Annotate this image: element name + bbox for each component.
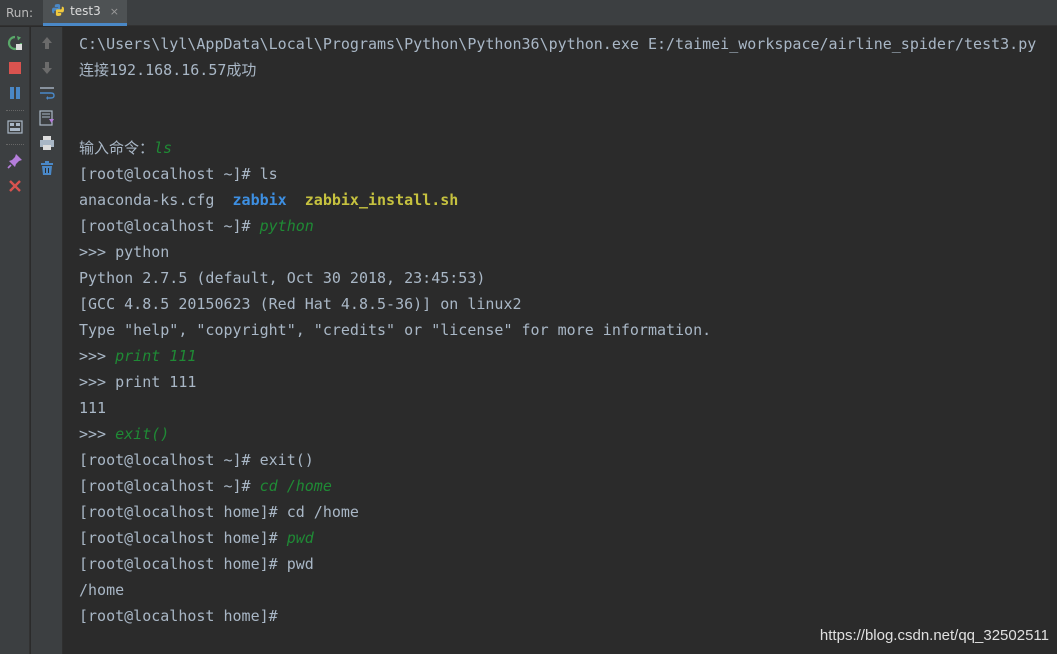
soft-wrap-icon <box>39 87 55 100</box>
rerun-icon <box>7 35 22 51</box>
console-line: anaconda-ks.cfg zabbix zabbix_install.sh <box>79 191 459 209</box>
pause-button[interactable] <box>5 83 25 103</box>
pin-icon <box>6 154 22 169</box>
run-tab-bar: Run: test3 × <box>0 0 1057 26</box>
tab-close-icon[interactable]: × <box>110 5 119 18</box>
console-line: [root@localhost ~]# python <box>79 217 314 235</box>
console-line: 连接192.168.16.57成功 <box>79 61 257 79</box>
user-input: ls <box>154 139 173 157</box>
console-line: [root@localhost ~]# cd /home <box>79 477 332 495</box>
console-line: >>> exit() <box>79 425 170 443</box>
console-line: Python 2.7.5 (default, Oct 30 2018, 23:4… <box>79 269 486 287</box>
console-line: [root@localhost home]# <box>79 607 278 625</box>
user-input: cd /home <box>259 477 332 495</box>
toolbar-separator <box>5 144 24 145</box>
run-toolbar-primary <box>0 27 30 654</box>
up-arrow-icon <box>41 37 52 49</box>
soft-wrap-button[interactable] <box>37 83 57 103</box>
close-run-button[interactable] <box>5 176 25 196</box>
tab-title: test3 <box>70 4 101 18</box>
down-arrow-icon <box>41 62 52 74</box>
console-line-empty <box>79 109 1057 135</box>
print-button[interactable] <box>37 133 57 153</box>
run-toolbar-secondary <box>31 27 63 654</box>
previous-occurrence-button[interactable] <box>37 33 57 53</box>
console-line: /home <box>79 581 125 599</box>
trash-icon <box>40 161 53 175</box>
console-line: [root@localhost ~]# exit() <box>79 451 314 469</box>
user-input: exit() <box>115 425 170 443</box>
next-occurrence-button[interactable] <box>37 58 57 78</box>
layout-icon <box>6 120 23 134</box>
console-line: >>> print 111 <box>79 373 197 391</box>
pause-icon <box>9 87 20 99</box>
user-input: python <box>259 217 314 235</box>
console-line: C:\Users\lyl\AppData\Local\Programs\Pyth… <box>79 35 1037 53</box>
toolbar-separator <box>5 110 24 111</box>
console-output[interactable]: C:\Users\lyl\AppData\Local\Programs\Pyth… <box>64 27 1057 654</box>
rerun-button[interactable] <box>5 33 25 53</box>
console-line: >>> print 111 <box>79 347 197 365</box>
python-file-icon <box>51 2 65 21</box>
console-line: 输入命令：ls <box>79 139 173 157</box>
console-line: [GCC 4.8.5 20150623 (Red Hat 4.8.5-36)] … <box>79 295 522 313</box>
close-icon <box>8 180 21 192</box>
scroll-to-end-icon <box>38 110 54 126</box>
user-input: print 111 <box>115 347 197 365</box>
user-input: pwd <box>286 529 314 547</box>
watermark: https://blog.csdn.net/qq_32502511 <box>819 627 1049 644</box>
layout-button[interactable] <box>5 117 25 137</box>
console-line: 111 <box>79 399 107 417</box>
pin-tab-button[interactable] <box>5 151 25 171</box>
tab-test3[interactable]: test3 × <box>43 0 127 26</box>
directory-name: zabbix <box>232 191 287 209</box>
scroll-to-end-button[interactable] <box>37 108 57 128</box>
stop-button[interactable] <box>5 58 25 78</box>
console-line: [root@localhost home]# pwd <box>79 555 314 573</box>
console-line: Type "help", "copyright", "credits" or "… <box>79 321 712 339</box>
run-label: Run: <box>6 5 34 20</box>
executable-name: zabbix_install.sh <box>304 191 459 209</box>
stop-icon <box>8 62 21 74</box>
console-line: [root@localhost ~]# ls <box>79 165 278 183</box>
console-line-empty <box>79 83 1057 109</box>
clear-all-button[interactable] <box>37 158 57 178</box>
console-line: >>> python <box>79 243 170 261</box>
console-line: [root@localhost home]# cd /home <box>79 503 359 521</box>
console-line: [root@localhost home]# pwd <box>79 529 314 547</box>
print-icon <box>39 136 54 150</box>
